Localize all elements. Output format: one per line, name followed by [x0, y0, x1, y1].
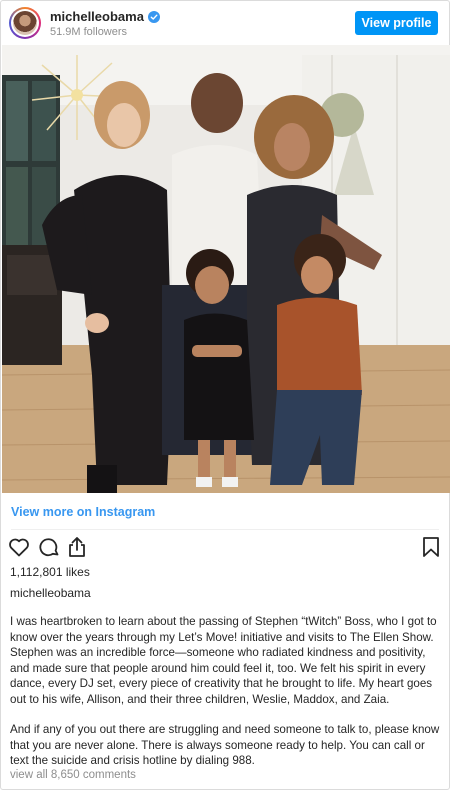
family-photo-image: [2, 45, 450, 493]
view-profile-button[interactable]: View profile: [355, 11, 438, 35]
view-more-link[interactable]: View more on Instagram: [11, 505, 155, 519]
verified-badge-icon: [147, 10, 160, 23]
post-actions: [7, 535, 443, 561]
username-link[interactable]: michelleobama: [50, 9, 144, 24]
caption-username[interactable]: michelleobama: [10, 586, 91, 600]
avatar[interactable]: [9, 7, 41, 39]
share-icon[interactable]: [65, 535, 89, 559]
post-header: michelleobama 51.9M followers View profi…: [1, 1, 449, 45]
view-all-comments-link[interactable]: view all 8,650 comments: [10, 769, 136, 781]
divider: [11, 529, 439, 530]
comment-bubble-icon[interactable]: [37, 535, 61, 559]
avatar-photo: [13, 11, 37, 35]
heart-icon[interactable]: [7, 535, 31, 559]
like-count[interactable]: 1,112,801 likes: [10, 565, 90, 579]
caption-paragraph: I was heartbroken to learn about the pas…: [10, 615, 437, 706]
user-block: michelleobama 51.9M followers: [50, 9, 160, 38]
instagram-embed-card: michelleobama 51.9M followers View profi…: [0, 0, 450, 790]
caption-paragraph: And if any of you out there are struggli…: [10, 723, 440, 767]
post-photo[interactable]: [2, 45, 450, 493]
bookmark-icon[interactable]: [419, 535, 443, 559]
post-caption: I was heartbroken to learn about the pas…: [10, 614, 442, 769]
follower-count: 51.9M followers: [50, 26, 128, 38]
